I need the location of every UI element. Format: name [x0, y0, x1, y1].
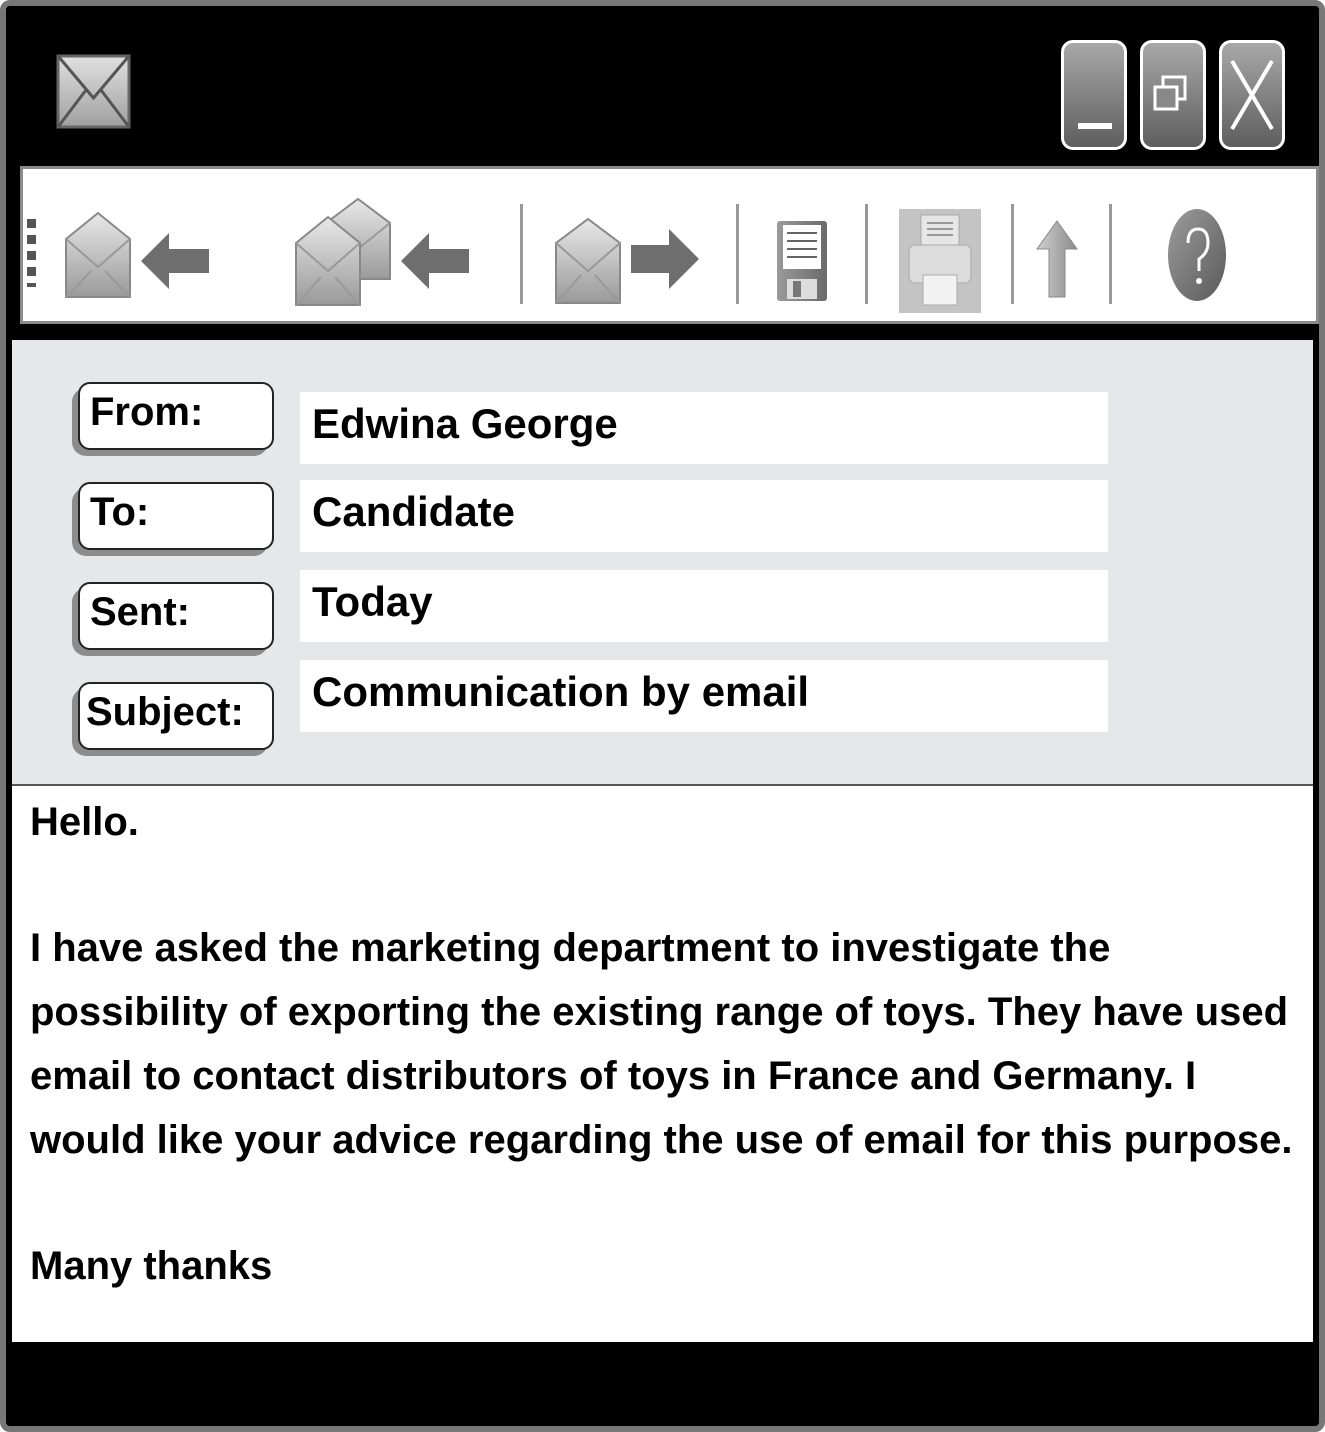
minimize-icon [1078, 123, 1112, 129]
toolbar [20, 166, 1319, 324]
print-button[interactable] [899, 209, 981, 318]
upload-button[interactable] [1035, 219, 1079, 304]
message-body[interactable]: Hello. I have asked the marketing depart… [12, 786, 1313, 1342]
subject-label: Subject: [72, 682, 274, 756]
save-icon [777, 221, 827, 301]
reply-all-icon [295, 197, 469, 306]
message-header: From: Edwina George To: Candidate Sent: … [12, 340, 1313, 786]
status-bar [6, 1344, 1319, 1426]
sent-label: Sent: [72, 582, 274, 656]
save-button[interactable] [775, 219, 829, 308]
print-icon [899, 209, 981, 313]
envelope-icon [56, 54, 131, 129]
reply-button[interactable] [63, 209, 213, 304]
restore-button[interactable] [1140, 40, 1206, 150]
message-paragraph: I have asked the marketing department to… [30, 926, 1293, 1162]
from-field[interactable]: Edwina George [300, 392, 1108, 464]
message-closing: Many thanks [30, 1244, 273, 1288]
message-greeting: Hello. [30, 800, 139, 844]
subject-field[interactable]: Communication by email [300, 660, 1108, 732]
minimize-button[interactable] [1061, 40, 1127, 150]
title-bar [6, 6, 1319, 164]
reply-icon [65, 211, 209, 298]
to-label: To: [72, 482, 274, 556]
help-button[interactable] [1166, 205, 1228, 310]
toolbar-separator [1109, 204, 1112, 304]
close-button[interactable] [1219, 40, 1285, 150]
from-label: From: [72, 382, 274, 456]
toolbar-separator [865, 204, 868, 304]
toolbar-grip[interactable] [27, 219, 36, 287]
close-icon [1230, 59, 1274, 131]
help-icon [1168, 209, 1226, 301]
reply-all-button[interactable] [293, 197, 473, 312]
toolbar-separator [736, 204, 739, 304]
upload-icon [1036, 220, 1078, 298]
sent-field[interactable]: Today [300, 570, 1108, 642]
forward-button[interactable] [553, 209, 703, 314]
toolbar-separator [1011, 204, 1014, 304]
to-field[interactable]: Candidate [300, 480, 1108, 552]
email-window: From: Edwina George To: Candidate Sent: … [0, 0, 1325, 1432]
restore-icon [1153, 75, 1187, 111]
forward-icon [555, 217, 699, 304]
toolbar-separator [520, 204, 523, 304]
